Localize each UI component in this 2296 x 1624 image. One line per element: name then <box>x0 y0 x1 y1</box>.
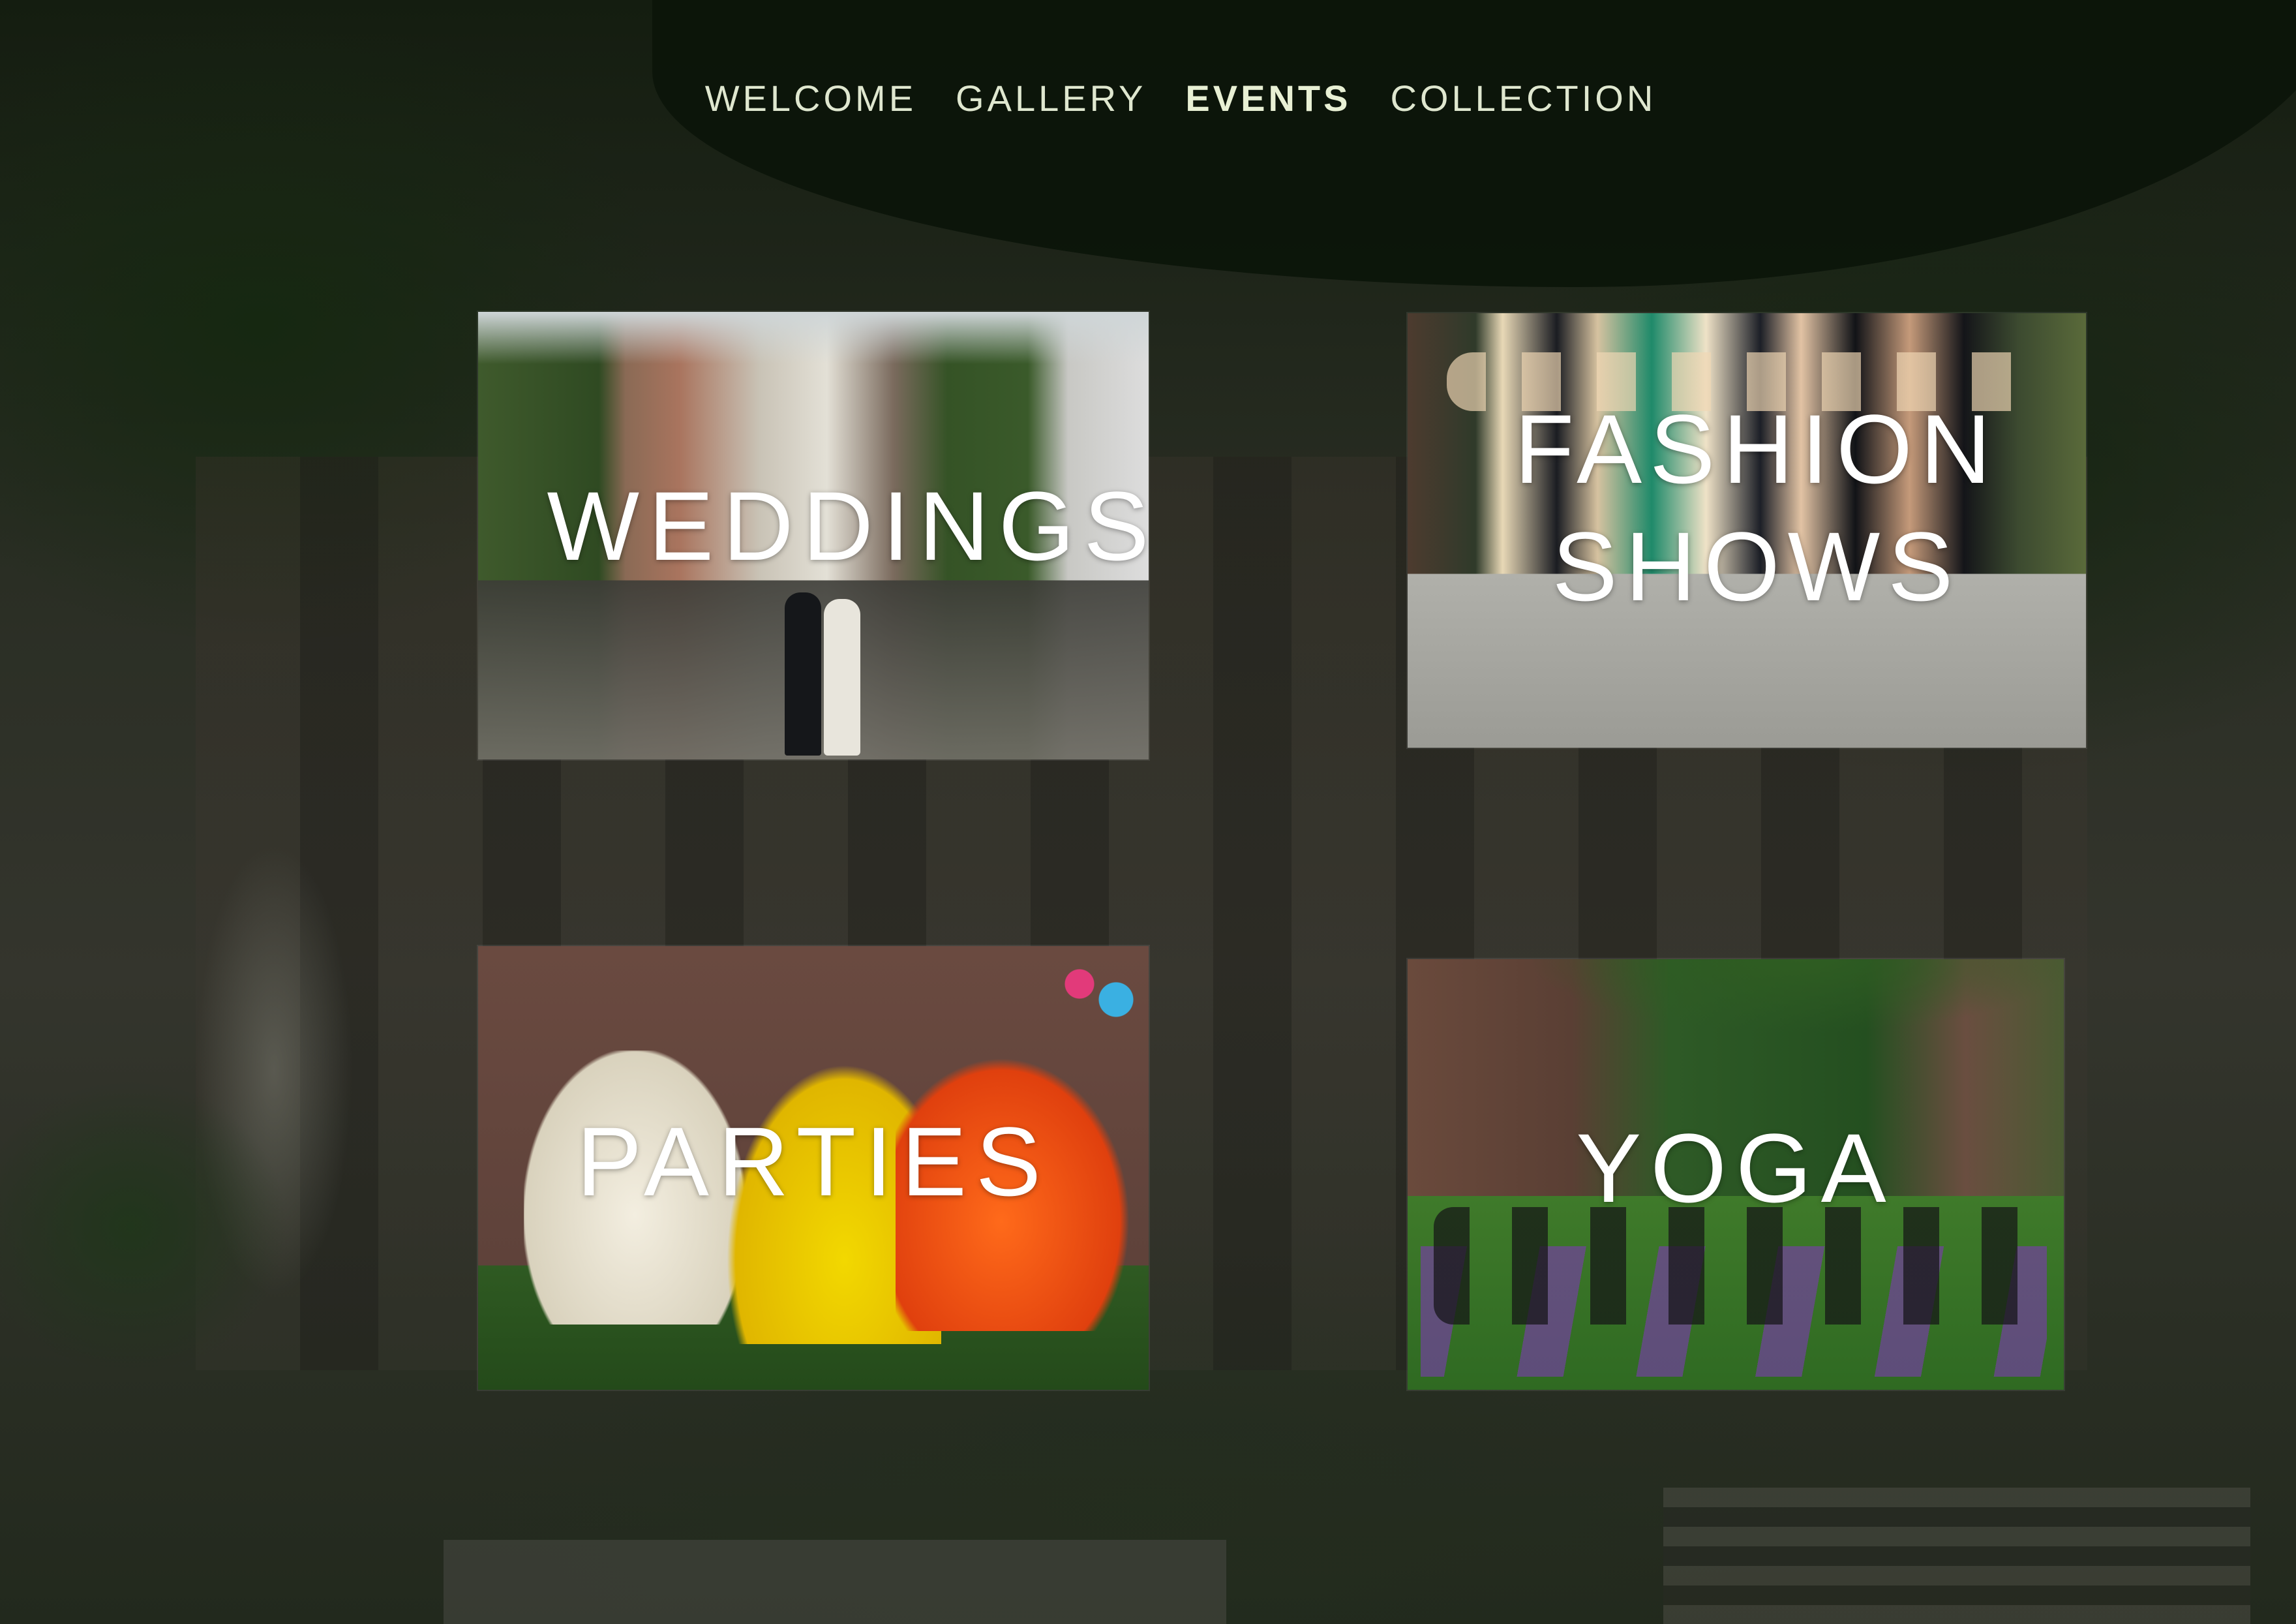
background-steps <box>1663 1488 2250 1624</box>
weddings-label: WEDDINGS <box>547 471 1149 581</box>
event-tile-yoga[interactable]: YOGA <box>1408 959 2064 1390</box>
nav-item-gallery[interactable]: GALLERY <box>956 77 1146 119</box>
fashion-shows-label: FASHION SHOWS <box>1408 313 2086 748</box>
event-tile-parties[interactable]: PARTIES <box>478 946 1149 1390</box>
nav-item-events[interactable]: EVENTS <box>1185 77 1351 119</box>
parties-label: PARTIES <box>577 1107 1050 1216</box>
yoga-label: YOGA <box>1576 1113 1896 1223</box>
nav-item-welcome[interactable]: WELCOME <box>705 77 916 119</box>
background-stone-trough <box>444 1540 1226 1624</box>
fashion-shows-label-line1: FASHION <box>1514 394 1999 504</box>
background-hedge <box>0 1044 365 1435</box>
event-tile-weddings[interactable]: WEDDINGS <box>478 312 1149 759</box>
event-tile-fashion-shows[interactable]: FASHION SHOWS <box>1408 313 2086 748</box>
main-nav: WELCOME GALLERY EVENTS COLLECTION <box>0 77 2296 119</box>
nav-item-collection[interactable]: COLLECTION <box>1390 77 1656 119</box>
fashion-shows-label-line2: SHOWS <box>1552 512 1961 621</box>
